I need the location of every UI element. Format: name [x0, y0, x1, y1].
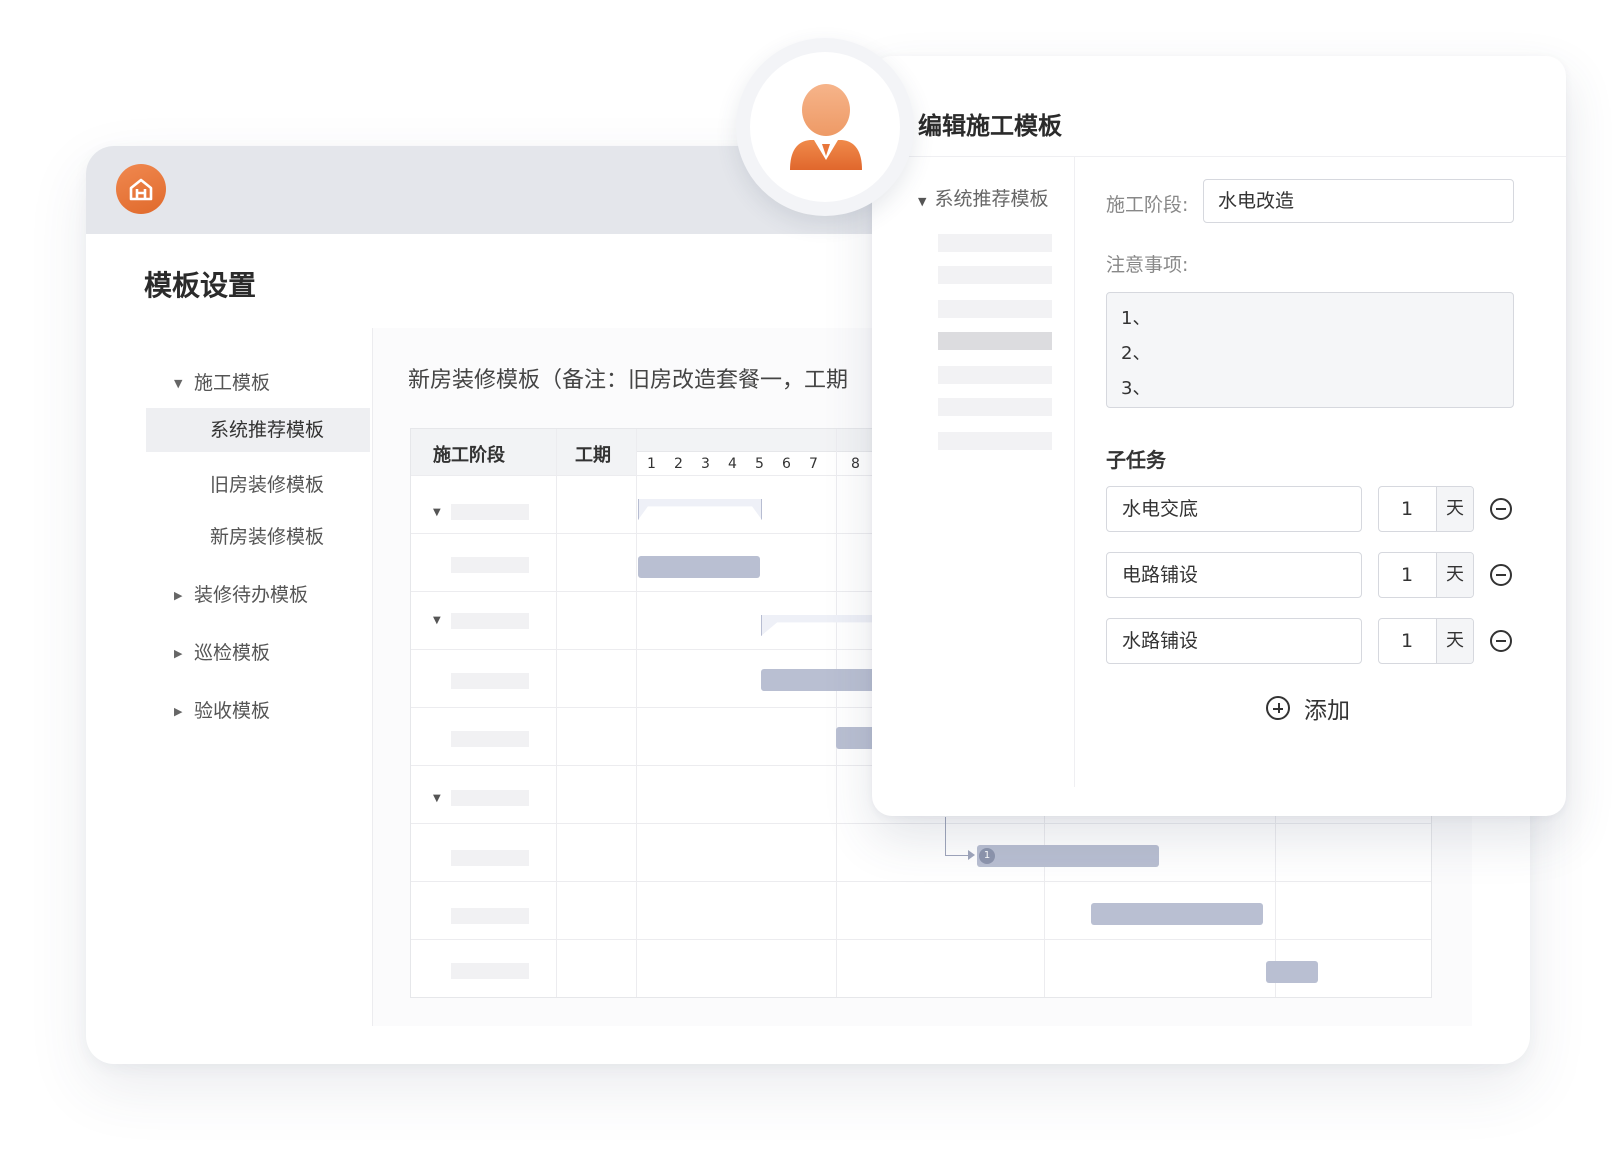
subtask-duration-input[interactable]: 1 天	[1378, 486, 1474, 532]
tree-placeholder[interactable]	[938, 266, 1052, 284]
row-expand-caret-icon[interactable]: ▼	[433, 615, 441, 626]
grid-line	[411, 939, 1431, 940]
tree-child-label: 系统推荐模板	[210, 419, 325, 441]
duration-value[interactable]: 1	[1379, 487, 1439, 531]
house-logo-icon[interactable]	[116, 164, 166, 214]
tree-placeholder[interactable]	[938, 366, 1052, 384]
edit-template-panel: 编辑施工模板 ▼ 系统推荐模板 施工阶段: 水电改造 注意事项: 1、 2、 3、…	[872, 56, 1566, 816]
task-bar[interactable]	[1091, 903, 1263, 925]
grid-line	[411, 881, 1431, 882]
tree-item-label: 巡检模板	[194, 642, 271, 664]
edit-panel-title: 编辑施工模板	[918, 112, 1062, 140]
template-sidebar: ▼ 施工模板 系统推荐模板 旧房装修模板 新房装修模板 ▶ 装修待办模板 ▶ 巡检模板…	[144, 328, 373, 1026]
edit-tree-item[interactable]: ▼ 系统推荐模板	[918, 184, 1048, 211]
phase-label: 施工阶段:	[1106, 194, 1189, 216]
tree-child-system-recommended[interactable]: 系统推荐模板	[146, 408, 370, 452]
tree-item-todo[interactable]: ▶ 装修待办模板	[174, 580, 308, 607]
duration-value[interactable]: 1	[1379, 553, 1439, 597]
add-subtask-label: 添加	[1304, 698, 1350, 724]
day-label: 6	[782, 456, 791, 472]
notes-line: 2、	[1121, 343, 1151, 364]
task-bar[interactable]	[638, 556, 760, 578]
dependency-line	[945, 817, 946, 855]
row-placeholder	[451, 731, 529, 747]
tree-child-label: 新房装修模板	[210, 526, 325, 548]
day-label: 2	[674, 456, 683, 472]
duration-value[interactable]: 1	[1379, 619, 1439, 663]
day-label: 1	[647, 456, 656, 472]
subtask-name-input[interactable]: 水路铺设	[1106, 618, 1362, 664]
tree-item-label: 装修待办模板	[194, 584, 309, 606]
caret-down-icon: ▼	[918, 195, 927, 208]
day-label: 5	[755, 456, 764, 472]
minus-circle-icon[interactable]	[1490, 630, 1512, 652]
user-avatar-icon	[750, 52, 900, 202]
row-placeholder	[451, 850, 529, 866]
caret-right-icon: ▶	[174, 647, 183, 660]
day-label: 7	[809, 456, 818, 472]
tree-item-label: 施工模板	[194, 372, 271, 394]
tree-item-acceptance[interactable]: ▶ 验收模板	[174, 696, 270, 723]
task-bar[interactable]	[1266, 961, 1318, 983]
dependency-arrow-icon	[968, 850, 975, 860]
day-label: 4	[728, 456, 737, 472]
subtask-name-input[interactable]: 电路铺设	[1106, 552, 1362, 598]
column-header-phase: 施工阶段	[433, 445, 505, 466]
tree-item-inspection[interactable]: ▶ 巡检模板	[174, 638, 270, 665]
row-placeholder	[451, 557, 529, 573]
subtask-duration-input[interactable]: 1 天	[1378, 552, 1474, 598]
row-expand-caret-icon[interactable]: ▼	[433, 507, 441, 518]
duration-unit: 天	[1436, 619, 1473, 663]
subtasks-title: 子任务	[1106, 448, 1166, 472]
tree-child-label: 旧房装修模板	[210, 474, 325, 496]
tree-placeholder[interactable]	[938, 234, 1052, 252]
tree-placeholder-selected[interactable]	[938, 332, 1052, 350]
grid-line	[556, 429, 557, 997]
row-placeholder	[451, 963, 529, 979]
avatar	[736, 38, 914, 216]
day-label: 8	[851, 456, 860, 472]
row-placeholder	[451, 504, 529, 520]
tree-item-construction[interactable]: ▼ 施工模板	[174, 368, 270, 395]
tree-child-old-house[interactable]: 旧房装修模板	[210, 470, 324, 497]
tree-child-new-house[interactable]: 新房装修模板	[210, 522, 324, 549]
tree-placeholder[interactable]	[938, 300, 1052, 318]
tree-placeholder[interactable]	[938, 432, 1052, 450]
summary-bar[interactable]	[638, 499, 762, 520]
row-placeholder	[451, 790, 529, 806]
day-label: 3	[701, 456, 710, 472]
template-title: 新房装修模板（备注：旧房改造套餐一，工期	[408, 368, 849, 393]
notes-label: 注意事项:	[1106, 254, 1189, 276]
row-expand-caret-icon[interactable]: ▼	[433, 793, 441, 804]
minus-circle-icon[interactable]	[1490, 498, 1512, 520]
add-subtask-button[interactable]: 添加	[1266, 692, 1350, 724]
phase-input[interactable]: 水电改造	[1203, 179, 1514, 223]
caret-right-icon: ▶	[174, 705, 183, 718]
grid-line	[836, 429, 837, 997]
row-placeholder	[451, 673, 529, 689]
caret-down-icon: ▼	[174, 377, 183, 390]
minus-circle-icon[interactable]	[1490, 564, 1512, 586]
notes-line: 1、	[1121, 308, 1151, 329]
task-bar[interactable]	[977, 845, 1159, 867]
duration-unit: 天	[1436, 487, 1473, 531]
plus-circle-icon	[1266, 696, 1290, 720]
duration-unit: 天	[1436, 553, 1473, 597]
tree-placeholder[interactable]	[938, 398, 1052, 416]
caret-right-icon: ▶	[174, 589, 183, 602]
row-placeholder	[451, 613, 529, 629]
page-title: 模板设置	[144, 269, 257, 302]
link-badge: 1	[979, 848, 995, 864]
edit-tree-item-label: 系统推荐模板	[934, 188, 1049, 210]
grid-line	[636, 429, 637, 997]
notes-line: 3、	[1121, 378, 1151, 399]
notes-textarea[interactable]: 1、 2、 3、	[1106, 292, 1514, 408]
row-placeholder	[451, 908, 529, 924]
grid-line	[411, 823, 1431, 824]
subtask-duration-input[interactable]: 1 天	[1378, 618, 1474, 664]
subtask-name-input[interactable]: 水电交底	[1106, 486, 1362, 532]
column-header-duration: 工期	[575, 445, 611, 466]
dependency-line	[945, 855, 969, 856]
tree-item-label: 验收模板	[194, 700, 271, 722]
